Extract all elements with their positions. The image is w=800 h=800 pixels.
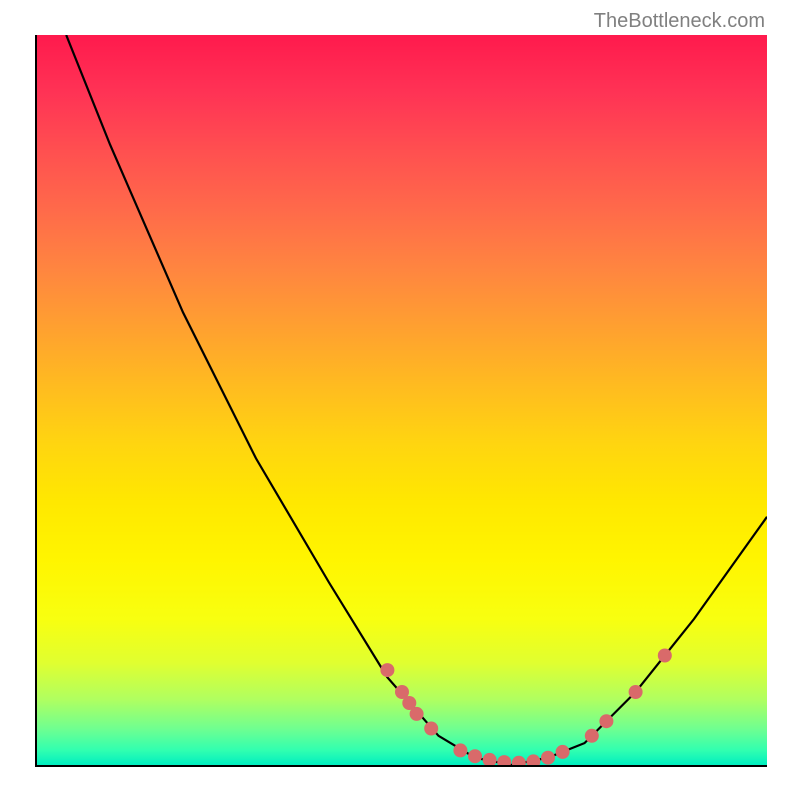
- chart-container: TheBottleneck.com: [0, 0, 800, 800]
- plot-area: [35, 35, 767, 767]
- highlight-point: [380, 663, 394, 677]
- highlight-point: [526, 754, 540, 765]
- highlight-point: [453, 743, 467, 757]
- curve-svg: [37, 35, 767, 765]
- highlight-point: [658, 649, 672, 663]
- highlight-point: [556, 745, 570, 759]
- highlight-point: [629, 685, 643, 699]
- highlight-point: [483, 753, 497, 765]
- highlight-point: [585, 729, 599, 743]
- highlight-point: [395, 685, 409, 699]
- highlight-point: [512, 756, 526, 765]
- highlight-point: [541, 751, 555, 765]
- highlight-point: [410, 707, 424, 721]
- highlight-point: [599, 714, 613, 728]
- highlight-point: [402, 696, 416, 710]
- watermark-text: TheBottleneck.com: [594, 10, 765, 33]
- highlight-markers: [380, 649, 671, 766]
- highlight-point: [424, 722, 438, 736]
- highlight-point: [468, 749, 482, 763]
- bottleneck-curve: [66, 35, 767, 765]
- highlight-point: [497, 755, 511, 765]
